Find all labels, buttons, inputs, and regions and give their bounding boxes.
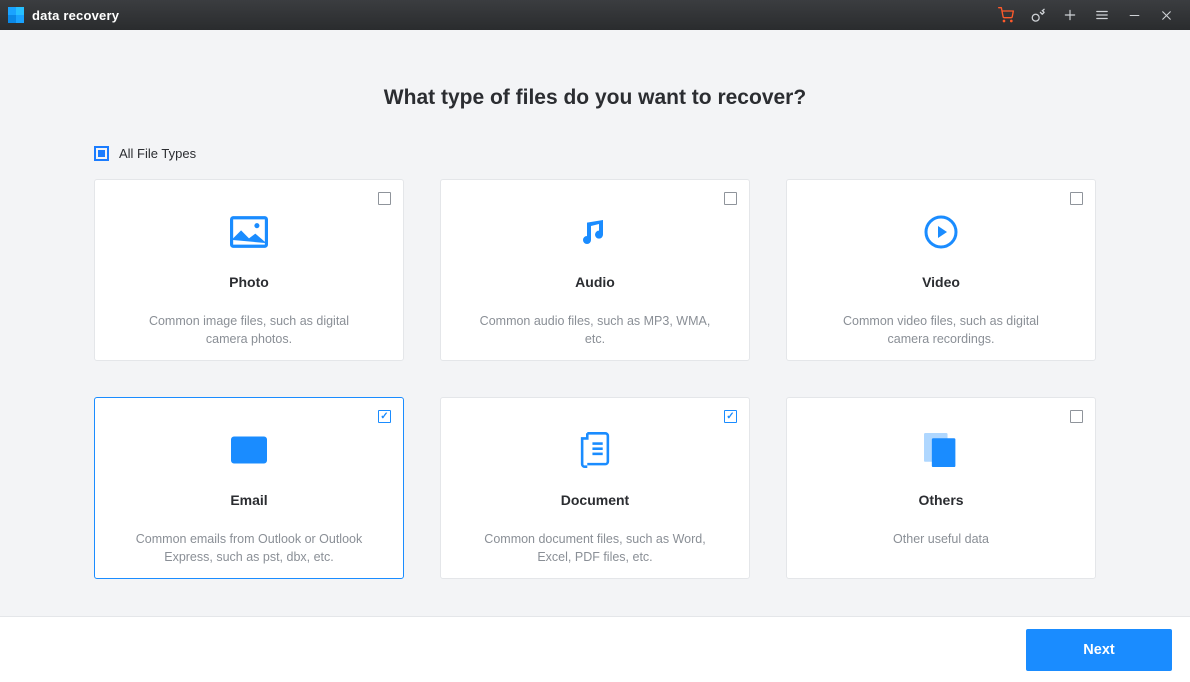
all-file-types-row[interactable]: All File Types (94, 146, 1096, 161)
card-desc: Common image files, such as digital came… (123, 312, 375, 348)
photo-icon (123, 208, 375, 256)
card-document[interactable]: Document Common document files, such as … (440, 397, 750, 579)
card-email[interactable]: Email Common emails from Outlook or Outl… (94, 397, 404, 579)
card-desc: Common video files, such as digital came… (815, 312, 1067, 348)
card-photo-checkbox[interactable] (378, 192, 391, 205)
card-title: Video (815, 274, 1067, 290)
card-title: Others (815, 492, 1067, 508)
menu-icon[interactable] (1086, 0, 1118, 30)
card-title: Photo (123, 274, 375, 290)
card-desc: Common emails from Outlook or Outlook Ex… (123, 530, 375, 566)
card-audio-checkbox[interactable] (724, 192, 737, 205)
close-icon[interactable] (1150, 0, 1182, 30)
all-file-types-label: All File Types (119, 146, 196, 161)
card-title: Email (123, 492, 375, 508)
card-title: Document (469, 492, 721, 508)
card-email-checkbox[interactable] (378, 410, 391, 423)
minimize-icon[interactable] (1118, 0, 1150, 30)
card-title: Audio (469, 274, 721, 290)
cart-icon[interactable] (990, 0, 1022, 30)
email-icon (123, 426, 375, 474)
next-button[interactable]: Next (1026, 629, 1172, 671)
document-icon (469, 426, 721, 474)
card-others[interactable]: Others Other useful data (786, 397, 1096, 579)
key-icon[interactable] (1022, 0, 1054, 30)
others-icon (815, 426, 1067, 474)
card-desc: Other useful data (815, 530, 1067, 548)
footer-bar: Next (0, 616, 1190, 682)
card-video[interactable]: Video Common video files, such as digita… (786, 179, 1096, 361)
file-type-grid: Photo Common image files, such as digita… (94, 179, 1096, 579)
all-file-types-checkbox[interactable] (94, 146, 109, 161)
card-video-checkbox[interactable] (1070, 192, 1083, 205)
card-audio[interactable]: Audio Common audio files, such as MP3, W… (440, 179, 750, 361)
card-others-checkbox[interactable] (1070, 410, 1083, 423)
main-content: What type of files do you want to recove… (0, 30, 1190, 579)
video-icon (815, 208, 1067, 256)
card-document-checkbox[interactable] (724, 410, 737, 423)
app-title: data recovery (32, 8, 119, 23)
card-photo[interactable]: Photo Common image files, such as digita… (94, 179, 404, 361)
plus-icon[interactable] (1054, 0, 1086, 30)
title-bar: data recovery (0, 0, 1190, 30)
card-desc: Common audio files, such as MP3, WMA, et… (469, 312, 721, 348)
card-desc: Common document files, such as Word, Exc… (469, 530, 721, 566)
app-logo-icon (8, 7, 24, 23)
page-title: What type of files do you want to recove… (0, 86, 1190, 110)
audio-icon (469, 208, 721, 256)
